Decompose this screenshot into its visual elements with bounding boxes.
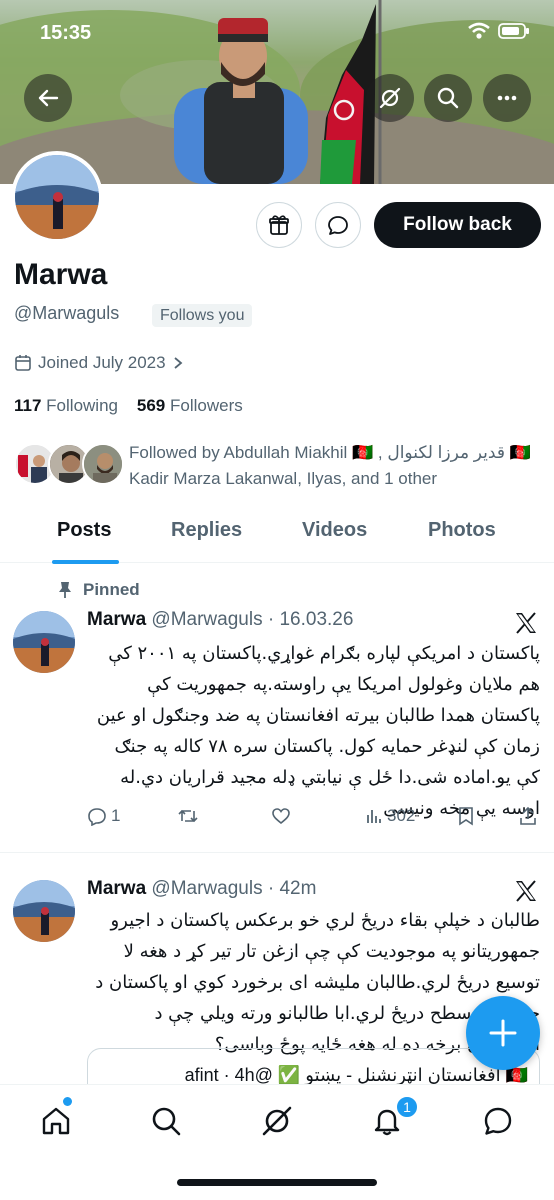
bookmark-button[interactable] — [457, 806, 475, 826]
following-count: 117 — [14, 396, 42, 415]
subscribe-gift-button[interactable] — [256, 202, 302, 248]
back-arrow-icon — [38, 89, 59, 107]
reply-icon — [88, 808, 106, 826]
status-time: 15:35 — [40, 22, 92, 44]
tab-replies[interactable]: Replies — [171, 519, 242, 542]
tab-posts[interactable]: Posts — [57, 519, 111, 542]
following-link[interactable]: 117 Following — [14, 396, 118, 415]
plus-icon — [489, 1019, 517, 1047]
joined-date-row[interactable]: Joined July 2023 — [14, 353, 184, 373]
grok-icon — [262, 1106, 292, 1136]
post-meta: @Marwaguls · 42m — [151, 878, 317, 899]
x-logo-icon — [516, 612, 536, 634]
back-button[interactable] — [24, 74, 72, 122]
profile-banner[interactable]: 15:35 — [0, 0, 554, 184]
follow-back-button[interactable]: Follow back — [374, 202, 541, 248]
views-count: 302 — [387, 806, 416, 825]
search-button[interactable] — [424, 74, 472, 122]
pin-icon — [59, 582, 71, 598]
more-options-button[interactable] — [483, 74, 531, 122]
status-bar: 15:35 — [0, 0, 554, 64]
followed-by-avatars[interactable] — [14, 443, 124, 487]
more-dots-icon — [497, 95, 517, 101]
home-indicator — [177, 1179, 377, 1186]
post-divider — [0, 852, 554, 853]
gift-icon — [269, 215, 289, 235]
grok-icon — [379, 87, 401, 109]
views-button[interactable]: 302 — [365, 806, 415, 826]
post-author[interactable]: Marwa — [87, 878, 146, 899]
post-actions: 1 302 — [87, 806, 539, 832]
share-button[interactable] — [519, 806, 537, 826]
wifi-icon — [468, 22, 490, 39]
tab-photos[interactable]: Photos — [428, 519, 496, 542]
followed-by-text[interactable]: Followed by Abdullah Miakhil 🇦🇫 , قدير م… — [129, 440, 533, 492]
joined-date: Joined July 2023 — [38, 353, 166, 372]
nav-messages[interactable] — [478, 1101, 518, 1141]
follow-counts: 117 Following 569 Followers — [14, 396, 243, 416]
notifications-badge: 1 — [395, 1095, 419, 1119]
profile-handle: @Marwaguls — [14, 303, 120, 323]
reply-count: 1 — [111, 806, 121, 825]
pinned-label-row: Pinned — [57, 580, 140, 600]
followers-link[interactable]: 569 Followers — [137, 396, 243, 415]
search-icon — [437, 87, 459, 109]
profile-name: Marwa — [14, 258, 108, 291]
reply-button[interactable]: 1 — [87, 806, 120, 826]
nav-explore[interactable] — [146, 1101, 186, 1141]
chat-bubble-icon — [484, 1107, 512, 1135]
chevron-right-icon — [174, 357, 182, 369]
like-button[interactable] — [271, 806, 291, 826]
compose-post-button[interactable] — [466, 996, 540, 1070]
grok-button[interactable] — [366, 74, 414, 122]
calendar-icon — [15, 355, 31, 371]
profile-tabs: Posts Replies Videos Photos — [0, 505, 554, 564]
avatar[interactable] — [13, 611, 75, 673]
nav-home[interactable] — [36, 1101, 76, 1141]
avatar — [82, 443, 124, 485]
search-icon — [152, 1107, 181, 1136]
avatar[interactable] — [13, 880, 75, 942]
home-icon — [42, 1107, 70, 1135]
home-unread-dot — [63, 1097, 72, 1106]
chat-bubble-icon — [328, 216, 348, 235]
share-icon — [520, 806, 536, 825]
active-tab-indicator — [52, 560, 119, 564]
pinned-label: Pinned — [83, 580, 140, 599]
tab-videos[interactable]: Videos — [302, 519, 367, 542]
post-author[interactable]: Marwa — [87, 609, 146, 630]
profile-avatar[interactable] — [11, 151, 103, 243]
bookmark-icon — [459, 807, 473, 826]
follows-you-badge: Follows you — [152, 304, 253, 327]
views-chart-icon — [367, 810, 381, 823]
post-meta: @Marwaguls · 16.03.26 — [151, 609, 354, 630]
nav-grok[interactable] — [257, 1101, 297, 1141]
repost-button[interactable] — [177, 806, 199, 826]
repost-icon — [178, 809, 198, 823]
followers-count: 569 — [136, 396, 166, 415]
heart-icon — [272, 808, 290, 825]
message-button[interactable] — [315, 202, 361, 248]
battery-icon — [498, 23, 529, 39]
x-logo-icon — [516, 880, 536, 902]
post-text[interactable]: پاکستان د امریکې لپاره بګرام غواړي.پاکست… — [87, 638, 540, 824]
